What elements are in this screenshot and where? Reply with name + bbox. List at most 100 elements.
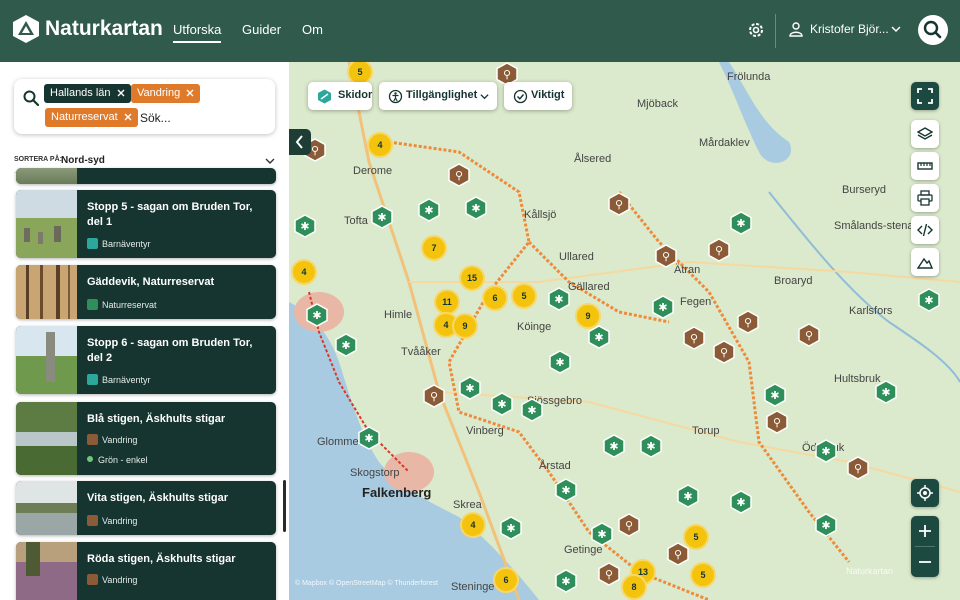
cluster-marker[interactable]: 8 — [621, 574, 647, 600]
hiking-marker[interactable]: ⚲ — [598, 562, 620, 586]
nature-reserve-marker[interactable]: ✱ — [815, 513, 837, 537]
map-view[interactable]: Frölunda Mjöback Mårdaklev Ålsered Kålls… — [289, 62, 960, 600]
nature-reserve-marker[interactable]: ✱ — [521, 398, 543, 422]
nature-reserve-marker[interactable]: ✱ — [335, 333, 357, 357]
filter-tillganglighet-dropdown[interactable]: Tillgänglighet — [379, 82, 497, 110]
cluster-marker[interactable]: 4 — [460, 512, 486, 538]
filter-chip-vandring[interactable]: Vandring — [131, 84, 201, 103]
cluster-marker[interactable]: 4 — [367, 132, 393, 158]
nature-reserve-marker[interactable]: ✱ — [652, 295, 674, 319]
naturkartan-logo-icon[interactable] — [12, 14, 40, 44]
nature-reserve-marker[interactable]: ✱ — [371, 205, 393, 229]
terrain-button[interactable] — [911, 248, 939, 276]
filter-chip-naturreservat[interactable]: Naturreservat — [45, 108, 138, 127]
locate-me-button[interactable] — [911, 479, 939, 507]
filter-skidor-button[interactable]: Skidor — [308, 82, 372, 110]
chevron-down-icon[interactable] — [890, 23, 902, 35]
hiking-marker[interactable]: ⚲ — [618, 513, 640, 537]
hiking-marker[interactable]: ⚲ — [798, 323, 820, 347]
result-card[interactable]: Blå stigen, Äskhults stigar Vandring Grö… — [16, 402, 276, 475]
cluster-marker[interactable]: 5 — [511, 283, 537, 309]
embed-code-button[interactable] — [911, 216, 939, 244]
nature-reserve-marker[interactable]: ✱ — [730, 211, 752, 235]
hiking-marker[interactable]: ⚲ — [766, 410, 788, 434]
hiking-marker[interactable]: ⚲ — [608, 192, 630, 216]
cluster-marker[interactable]: 5 — [690, 562, 716, 588]
chevron-down-icon[interactable] — [265, 156, 275, 166]
cluster-marker[interactable]: 6 — [493, 567, 519, 593]
search-input[interactable]: Sök... — [140, 111, 171, 125]
cluster-marker[interactable]: 15 — [459, 265, 485, 291]
result-card[interactable]: Stopp 6 - sagan om Bruden Tor, del 2 Bar… — [16, 326, 276, 394]
zoom-out-icon[interactable] — [917, 554, 933, 570]
measure-button[interactable] — [911, 152, 939, 180]
nature-reserve-marker[interactable]: ✱ — [548, 287, 570, 311]
sort-select[interactable]: Nord-syd — [61, 155, 105, 166]
global-search-button[interactable] — [918, 15, 948, 45]
nature-reserve-marker[interactable]: ✱ — [555, 569, 577, 593]
filter-viktigt-button[interactable]: Viktigt — [504, 82, 572, 110]
filter-search-box[interactable]: Hallands län Vandring Naturreservat Sök.… — [14, 79, 275, 134]
nature-reserve-marker[interactable]: ✱ — [918, 288, 940, 312]
hiking-marker[interactable]: ⚲ — [847, 456, 869, 480]
nature-reserve-marker[interactable]: ✱ — [555, 478, 577, 502]
fullscreen-button[interactable] — [911, 82, 939, 110]
nature-reserve-marker[interactable]: ✱ — [875, 380, 897, 404]
zoom-divider — [915, 546, 935, 547]
nature-reserve-marker[interactable]: ✱ — [591, 522, 613, 546]
cluster-marker[interactable]: 9 — [452, 313, 478, 339]
result-card[interactable]: Stopp 5 - sagan om Bruden Tor, del 1 Bar… — [16, 190, 276, 258]
nature-reserve-marker[interactable]: ✱ — [815, 439, 837, 463]
close-icon[interactable] — [123, 112, 133, 122]
hiking-marker[interactable]: ⚲ — [708, 238, 730, 262]
close-icon[interactable] — [185, 88, 195, 98]
cluster-marker[interactable]: 9 — [575, 303, 601, 329]
hiking-marker[interactable]: ⚲ — [423, 384, 445, 408]
cluster-marker[interactable]: 4 — [291, 259, 317, 285]
hiking-icon — [87, 515, 98, 526]
nature-reserve-marker[interactable]: ✱ — [500, 516, 522, 540]
result-card[interactable]: Gäddevik, Naturreservat Naturreservat — [16, 265, 276, 319]
nature-reserve-marker[interactable]: ✱ — [588, 325, 610, 349]
result-card[interactable] — [16, 168, 276, 184]
filter-chip-hallands-lan[interactable]: Hallands län — [44, 84, 131, 103]
results-scrollbar[interactable] — [283, 480, 286, 532]
cluster-marker[interactable]: 5 — [683, 524, 709, 550]
nature-reserve-marker[interactable]: ✱ — [358, 426, 380, 450]
gear-icon[interactable] — [746, 20, 766, 40]
user-name[interactable]: Kristofer Björ... — [810, 22, 889, 36]
nature-reserve-marker[interactable]: ✱ — [491, 392, 513, 416]
nav-om[interactable]: Om — [302, 22, 323, 37]
nature-reserve-marker[interactable]: ✱ — [764, 383, 786, 407]
nature-reserve-marker[interactable]: ✱ — [418, 198, 440, 222]
nature-reserve-marker[interactable]: ✱ — [677, 484, 699, 508]
hiking-marker[interactable]: ⚲ — [737, 310, 759, 334]
user-icon[interactable] — [788, 21, 804, 37]
nature-reserve-marker[interactable]: ✱ — [459, 376, 481, 400]
nav-guider[interactable]: Guider — [242, 22, 281, 37]
hiking-marker[interactable]: ⚲ — [667, 542, 689, 566]
result-card[interactable]: Vita stigen, Äskhults stigar Vandring — [16, 481, 276, 535]
result-card[interactable]: Röda stigen, Äskhults stigar Vandring — [16, 542, 276, 600]
print-button[interactable] — [911, 184, 939, 212]
cluster-marker[interactable]: 6 — [482, 285, 508, 311]
brand-name[interactable]: Naturkartan — [45, 17, 163, 41]
hiking-marker[interactable]: ⚲ — [683, 326, 705, 350]
nature-reserve-marker[interactable]: ✱ — [640, 434, 662, 458]
nav-utforska[interactable]: Utforska — [173, 22, 222, 43]
layers-button[interactable] — [911, 120, 939, 148]
nature-reserve-marker[interactable]: ✱ — [465, 196, 487, 220]
hiking-marker[interactable]: ⚲ — [713, 340, 735, 364]
nature-reserve-marker[interactable]: ✱ — [603, 434, 625, 458]
hiking-marker[interactable]: ⚲ — [448, 163, 470, 187]
close-icon[interactable] — [116, 88, 126, 98]
map-attribution[interactable]: © Mapbox © OpenStreetMap © Thunderforest — [295, 580, 438, 587]
nature-reserve-marker[interactable]: ✱ — [306, 303, 328, 327]
hiking-marker[interactable]: ⚲ — [655, 244, 677, 268]
cluster-marker[interactable]: 7 — [421, 235, 447, 261]
nature-reserve-marker[interactable]: ✱ — [730, 490, 752, 514]
nature-reserve-marker[interactable]: ✱ — [549, 350, 571, 374]
collapse-sidebar-button[interactable] — [289, 129, 311, 155]
zoom-in-icon[interactable] — [917, 523, 933, 539]
nature-reserve-marker[interactable]: ✱ — [294, 214, 316, 238]
